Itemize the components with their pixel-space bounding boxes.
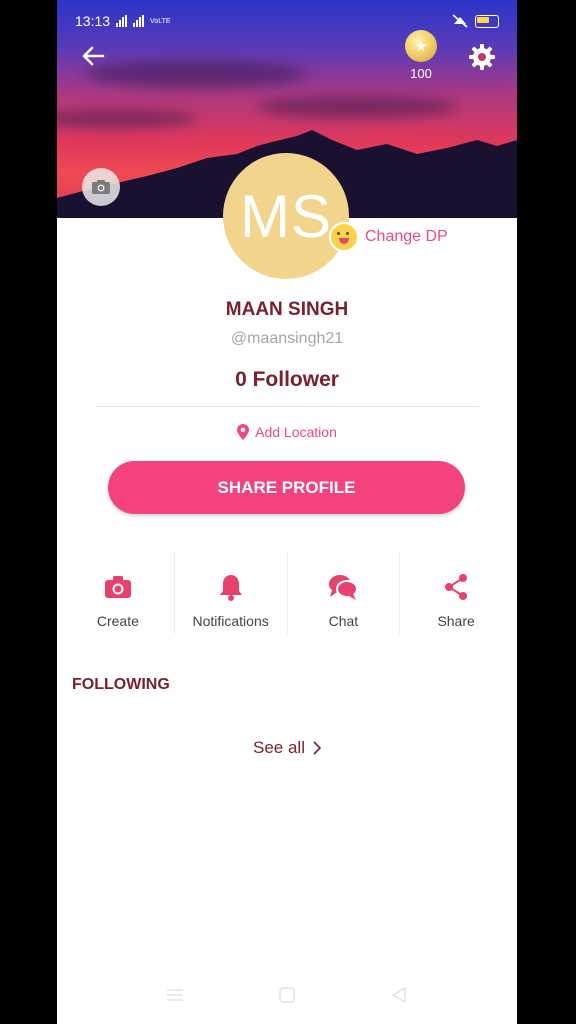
share-label: Share (437, 613, 475, 629)
notifications-button[interactable]: Notifications (175, 552, 288, 634)
gear-icon (469, 44, 495, 70)
status-bar-left: 13:13 VoLTE (75, 10, 171, 32)
volte-badge: VoLTE (150, 17, 171, 25)
arrow-left-icon (82, 46, 105, 66)
notifications-label: Notifications (192, 613, 269, 629)
change-cover-button[interactable] (82, 168, 120, 206)
change-dp-button[interactable]: Change DP (329, 222, 448, 252)
add-location-label: Add Location (255, 424, 337, 440)
add-location-button[interactable]: Add Location (57, 424, 517, 440)
battery-icon (475, 14, 499, 28)
avatar[interactable]: MS (223, 153, 349, 279)
profile-screen: 13:13 VoLTE ★ 100 MS Change DP MAAN SING… (57, 0, 517, 1024)
signal-icon (133, 15, 145, 27)
menu-icon[interactable] (165, 985, 185, 1005)
chat-icon (328, 572, 359, 602)
tongue-emoji-icon (329, 222, 359, 252)
change-dp-label: Change DP (365, 228, 448, 245)
status-time: 13:13 (75, 13, 111, 29)
share-button[interactable]: Share (400, 552, 512, 634)
share-icon (441, 572, 471, 602)
map-pin-icon (237, 424, 250, 440)
system-nav-bar (57, 980, 517, 1010)
back-button[interactable] (75, 38, 111, 74)
chat-button[interactable]: Chat (288, 552, 401, 634)
following-heading: FOLLOWING (72, 676, 170, 693)
action-bar: Create Notifications Chat Share (62, 552, 512, 634)
share-profile-button[interactable]: SHARE PROFILE (108, 461, 465, 514)
create-label: Create (96, 613, 139, 629)
coin-balance[interactable]: ★ 100 (401, 30, 441, 81)
back-triangle-icon[interactable] (389, 985, 409, 1005)
divider (95, 406, 479, 407)
bell-icon (216, 572, 246, 602)
settings-button[interactable] (465, 40, 499, 74)
create-button[interactable]: Create (62, 552, 175, 634)
follower-count[interactable]: 0 Follower (57, 368, 517, 392)
signal-icon (116, 15, 128, 27)
coin-count: 100 (410, 66, 432, 81)
camera-icon (92, 180, 110, 194)
chat-label: Chat (328, 613, 359, 629)
see-all-label: See all (253, 738, 305, 757)
status-bar-right (451, 10, 499, 32)
profile-name: MAAN SINGH (225, 299, 349, 320)
home-icon[interactable] (277, 985, 297, 1005)
coin-icon: ★ (405, 30, 437, 62)
camera-icon (103, 572, 133, 602)
mute-icon (452, 14, 468, 28)
chevron-right-icon (313, 741, 321, 755)
see-all-button[interactable]: See all (57, 738, 517, 758)
profile-handle: @maansingh21 (230, 330, 344, 347)
